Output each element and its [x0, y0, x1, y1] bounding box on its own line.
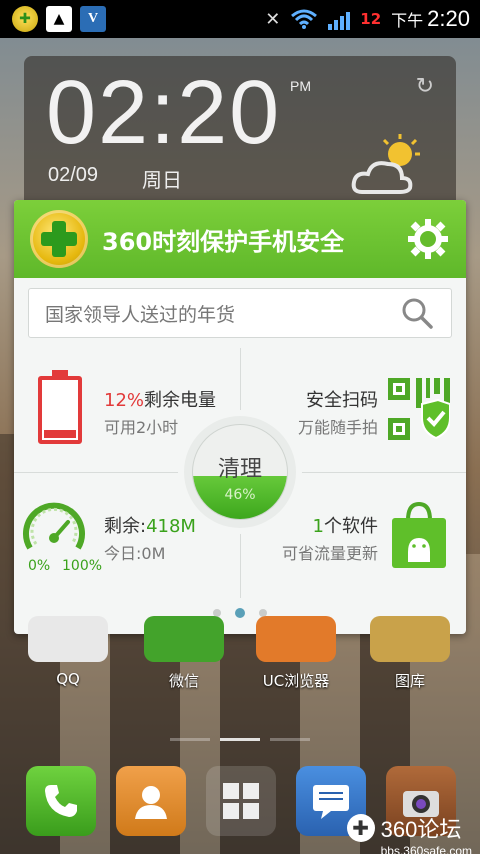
uc-browser-icon: [256, 616, 336, 662]
software-title: 1个软件: [312, 516, 378, 537]
gauge-max-label: 100%: [62, 558, 103, 574]
phone-icon: [45, 785, 77, 817]
weather-cloud-sun-icon: [351, 134, 420, 194]
app-qq[interactable]: QQ: [26, 616, 110, 688]
app-drawer-icon: [223, 783, 259, 819]
forum-watermark: ✚ 360论坛 bbs.360safe.com: [346, 812, 472, 854]
android-bag-icon: [392, 501, 446, 568]
qr-scan-icon: [388, 378, 450, 440]
phone-dock-button[interactable]: [26, 766, 96, 836]
sim-badge: 12: [360, 10, 382, 28]
clock-time: 02:20: [46, 63, 282, 163]
clock-weekday: 周日: [142, 168, 182, 192]
software-subtitle: 可省流量更新: [281, 544, 378, 563]
speed-gauge-icon: [23, 502, 85, 550]
clean-percent: 46%: [224, 487, 256, 503]
contacts-icon: [135, 786, 167, 819]
360-forum-logo-icon: ✚: [346, 814, 375, 842]
gallery-icon: [370, 616, 450, 662]
app-wechat[interactable]: 微信: [142, 616, 226, 691]
watermark-title: 360论坛: [380, 817, 462, 842]
status-time: 下午 2:20: [391, 6, 470, 31]
clean-progress: 清理 46%: [192, 424, 288, 520]
search-icon[interactable]: [401, 297, 433, 329]
wifi-icon: [291, 9, 318, 29]
refresh-icon[interactable]: ↻: [416, 74, 434, 99]
signal-icon: [328, 8, 351, 30]
gear-icon[interactable]: [406, 217, 450, 261]
battery-icon: [38, 370, 82, 444]
wechat-icon: [144, 616, 224, 662]
360-logo-icon[interactable]: [30, 210, 88, 268]
qq-icon: [28, 616, 108, 662]
360-notification-icon[interactable]: ✚: [12, 6, 38, 32]
widget-header: 360时刻保护手机安全: [14, 200, 466, 278]
search-bar[interactable]: 国家领导人送过的年货: [28, 288, 452, 338]
gauge-min-label: 0%: [28, 558, 51, 574]
gallery-notification-icon[interactable]: ▲: [46, 6, 72, 32]
v-app-notification-icon[interactable]: V: [80, 6, 106, 32]
messages-icon: [313, 785, 349, 819]
search-input[interactable]: 国家领导人送过的年货: [45, 300, 235, 327]
scan-subtitle: 万能随手拍: [297, 418, 378, 437]
widget-title: 360时刻保护手机安全: [102, 227, 345, 256]
memory-subtitle: 今日:0M: [104, 544, 166, 563]
home-page-indicator: [170, 738, 310, 741]
watermark-url: bbs.360safe.com: [380, 844, 472, 854]
page-dot[interactable]: [235, 608, 245, 618]
battery-subtitle: 可用2小时: [104, 418, 179, 437]
360-security-widget: 360时刻保护手机安全 国家领导人送过的年货 12%剩余电量 可用2小时 安全扫…: [14, 200, 466, 634]
contacts-dock-button[interactable]: [116, 766, 186, 836]
clean-label: 清理: [217, 457, 262, 482]
app-drawer-button[interactable]: [206, 766, 276, 836]
scan-title: 安全扫码: [306, 390, 378, 411]
clock-date: 02/09: [48, 164, 99, 186]
clock-ampm: PM: [290, 78, 311, 94]
battery-title: 12%剩余电量: [104, 390, 217, 411]
mute-icon: ✕: [265, 8, 281, 30]
clean-button[interactable]: 清理 46%: [184, 416, 296, 528]
app-gallery[interactable]: 图库: [368, 616, 452, 691]
app-uc-browser[interactable]: UC浏览器: [254, 616, 338, 691]
status-bar: ✚ ▲ V ✕ 12 下午 2:20: [0, 0, 480, 38]
memory-title: 剩余:418M: [104, 516, 196, 537]
